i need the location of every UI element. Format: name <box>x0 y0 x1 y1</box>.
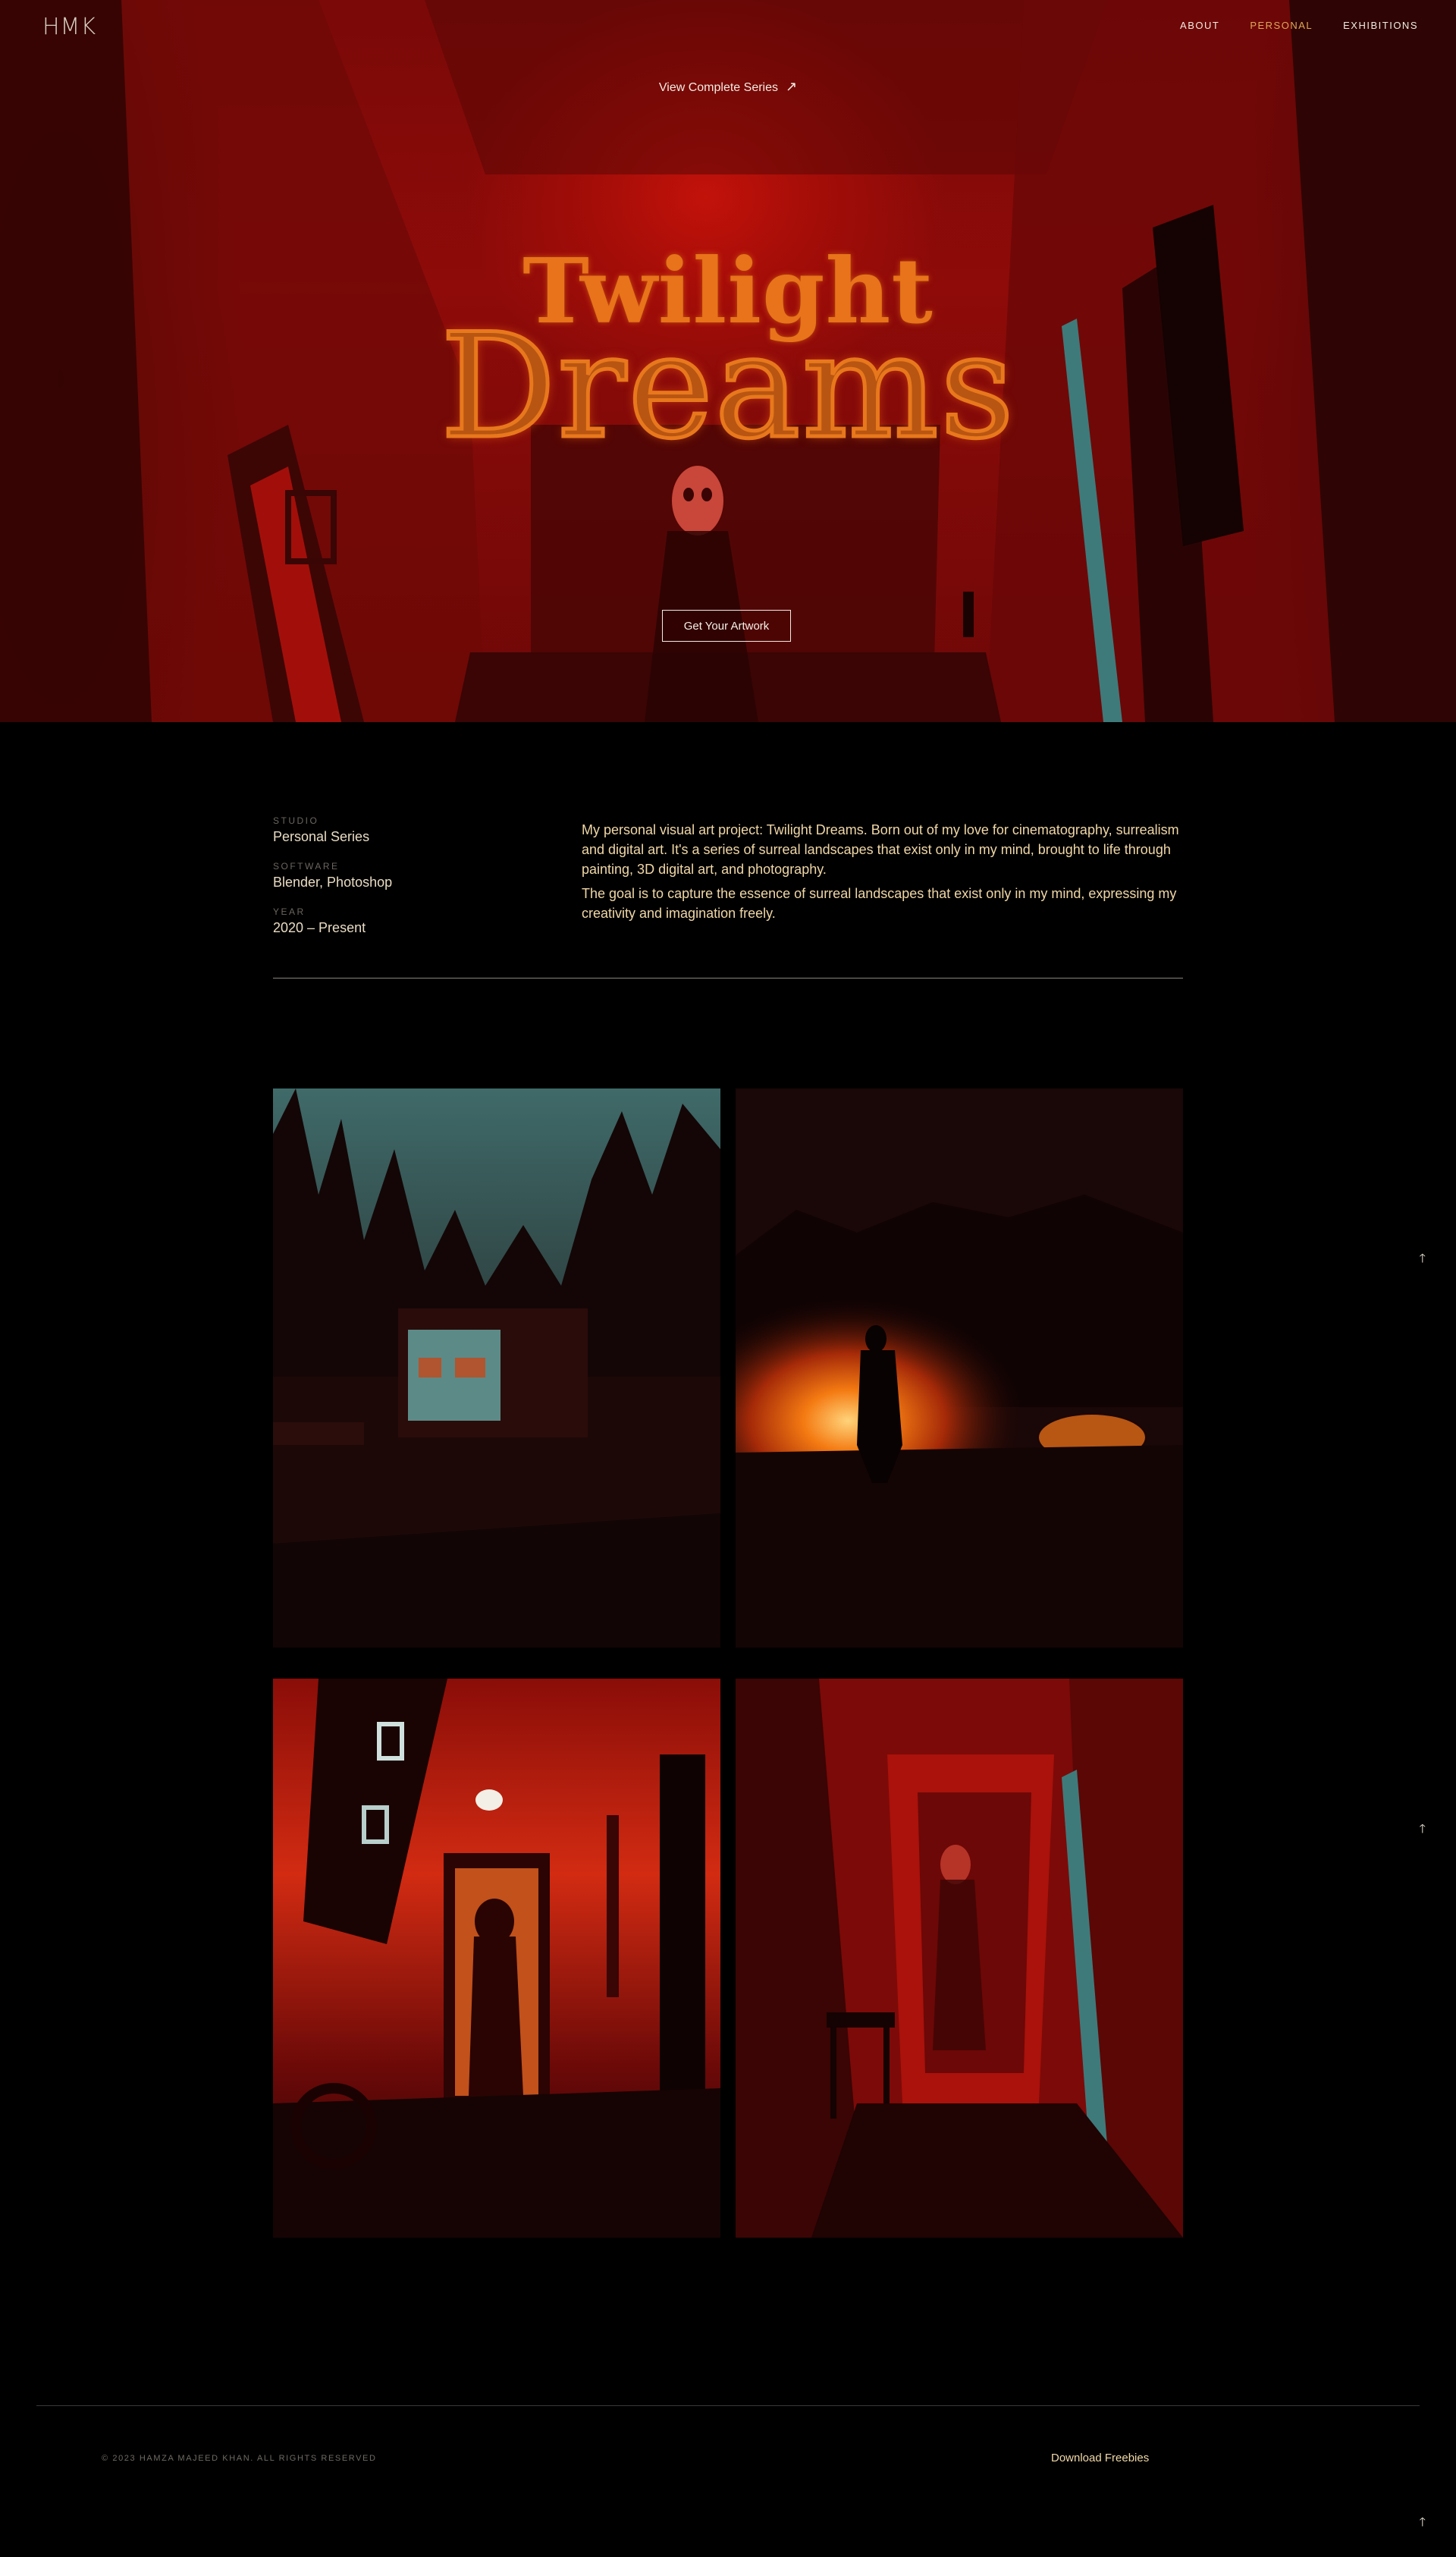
hero-section: HMK ABOUT PERSONAL EXHIBITIONS View Comp… <box>0 0 1456 722</box>
view-series-label: View Complete Series <box>658 81 778 94</box>
phone-booth-desert-image[interactable] <box>273 1679 720 2238</box>
copyright-text: © 2023 HAMZA MAJEED KHAN. ALL RIGHTS RES… <box>102 2454 377 2463</box>
meta-value: 2020 – Present <box>273 920 366 935</box>
meta-value: Personal Series <box>273 829 370 844</box>
download-freebies-link[interactable]: Download Freebies <box>1051 2452 1149 2464</box>
meta-label: YEAR <box>273 906 306 917</box>
arrow-up-right-icon: ↗ <box>786 79 798 94</box>
view-series-link[interactable]: View Complete Series ↗ <box>0 79 1456 95</box>
meta-value: Blender, Photoshop <box>273 875 393 890</box>
nav-personal[interactable]: PERSONAL <box>1250 20 1313 31</box>
project-meta: STUDIO Personal Series SOFTWARE Blender,… <box>273 815 546 951</box>
get-artwork-button[interactable]: Get Your Artwork <box>662 610 791 642</box>
meta-label: STUDIO <box>273 815 319 826</box>
description-paragraph: The goal is to capture the essence of su… <box>582 886 1177 921</box>
arrow-up-icon[interactable]: 🡑 <box>1420 1250 1426 1271</box>
footer-divider <box>36 2405 1420 2406</box>
nav-exhibitions[interactable]: EXHIBITIONS <box>1343 20 1418 31</box>
project-description: My personal visual art project: Twilight… <box>582 820 1185 928</box>
main-nav: ABOUT PERSONAL EXHIBITIONS <box>1180 20 1418 31</box>
arrow-up-icon[interactable]: 🡑 <box>1420 1820 1426 1841</box>
red-hallway-image[interactable] <box>736 1679 1183 2238</box>
bonfire-figure-image[interactable] <box>736 1088 1183 1648</box>
forest-cabin-image[interactable] <box>273 1088 720 1648</box>
site-logo[interactable]: HMK <box>42 14 96 40</box>
divider <box>273 978 1183 979</box>
hero-title-line2: Dreams <box>438 303 1016 470</box>
arrow-up-icon[interactable]: 🡑 <box>1420 2514 1426 2534</box>
meta-label: SOFTWARE <box>273 861 340 872</box>
description-paragraph: My personal visual art project: Twilight… <box>582 822 1179 877</box>
nav-about[interactable]: ABOUT <box>1180 20 1219 31</box>
